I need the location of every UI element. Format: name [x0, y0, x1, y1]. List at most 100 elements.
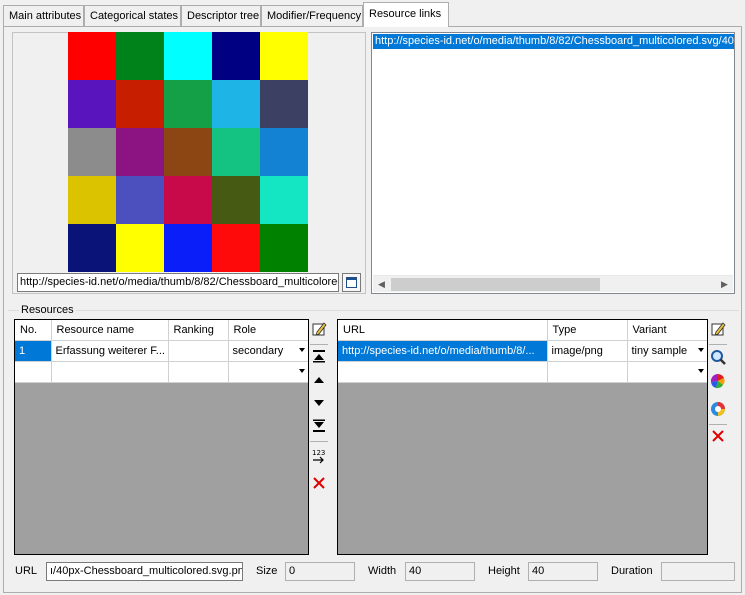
chessboard-square	[260, 80, 308, 128]
tab-modifier-frequency[interactable]: Modifier/Frequency	[261, 5, 363, 26]
image-preview	[68, 32, 308, 272]
column-header-variant[interactable]: Variant	[627, 320, 707, 341]
table-row[interactable]	[338, 361, 707, 383]
scroll-right-icon[interactable]: ▶	[716, 276, 733, 293]
svg-text:123: 123	[312, 449, 325, 457]
column-header-no[interactable]: No.	[15, 320, 52, 341]
renumber-icon[interactable]: 123	[310, 447, 328, 465]
search-icon[interactable]	[709, 349, 727, 367]
chessboard-square	[260, 224, 308, 272]
chessboard-square	[164, 224, 212, 272]
cell-resource-name[interactable]	[51, 361, 169, 383]
chessboard-square	[212, 224, 260, 272]
resources-grid[interactable]: No. Resource name Ranking Role 1 Erfassu…	[14, 319, 309, 555]
variant-value: tiny sample	[631, 344, 688, 357]
edge-icon[interactable]	[709, 401, 727, 419]
chessboard-square	[68, 224, 116, 272]
duration-field	[661, 562, 735, 581]
tab-main-attributes[interactable]: Main attributes	[3, 5, 84, 26]
cell-role-select[interactable]	[228, 361, 308, 383]
cell-url[interactable]: http://species-id.net/o/media/thumb/8/..…	[338, 340, 548, 362]
chessboard-square	[164, 128, 212, 176]
chessboard-square	[116, 176, 164, 224]
cell-no[interactable]: 1	[15, 340, 52, 362]
chessboard-square	[164, 32, 212, 80]
resources-group-title: Resources	[19, 304, 76, 316]
size-field: 0	[285, 562, 355, 581]
chevron-down-icon[interactable]	[298, 368, 305, 373]
width-field: 40	[405, 562, 475, 581]
edit-icon[interactable]	[310, 321, 328, 339]
height-field: 40	[528, 562, 598, 581]
horizontal-scrollbar[interactable]: ◀ ▶	[373, 275, 733, 292]
tab-descriptor-tree[interactable]: Descriptor tree	[181, 5, 261, 26]
chessboard-square	[260, 176, 308, 224]
column-header-ranking[interactable]: Ranking	[168, 320, 229, 341]
chevron-down-icon[interactable]	[697, 368, 704, 373]
table-row[interactable]: 1 Erfassung weiterer F... secondary	[15, 340, 308, 362]
chessboard-square	[164, 176, 212, 224]
column-header-role[interactable]: Role	[228, 320, 308, 341]
column-header-type[interactable]: Type	[547, 320, 628, 341]
chessboard-square	[116, 32, 164, 80]
move-bottom-icon[interactable]	[310, 419, 328, 437]
role-value: secondary	[232, 344, 284, 357]
cell-type[interactable]: image/png	[547, 340, 628, 362]
duration-label: Duration	[611, 565, 653, 577]
tab-resource-links[interactable]: Resource links	[363, 2, 449, 27]
tab-categorical-states[interactable]: Categorical states	[84, 5, 181, 26]
chessboard-square	[116, 224, 164, 272]
cell-variant-select[interactable]	[627, 361, 707, 383]
cell-url[interactable]	[338, 361, 548, 383]
chessboard-square	[116, 80, 164, 128]
url-label: URL	[15, 565, 38, 577]
table-row[interactable]: http://species-id.net/o/media/thumb/8/..…	[338, 340, 707, 362]
cell-variant-select[interactable]: tiny sample	[627, 340, 707, 362]
height-label: Height	[488, 565, 520, 577]
toolbar-separator	[709, 424, 727, 425]
chessboard-square	[260, 128, 308, 176]
chessboard-square	[68, 128, 116, 176]
window-icon	[346, 277, 357, 288]
width-label: Width	[368, 565, 397, 577]
url-field[interactable]: ı/40px-Chessboard_multicolored.svg.png	[46, 562, 243, 581]
delete-icon[interactable]	[310, 476, 328, 494]
scrollbar-thumb[interactable]	[391, 278, 600, 291]
toolbar-separator	[310, 441, 328, 442]
cell-no[interactable]	[15, 361, 52, 383]
cell-ranking[interactable]	[168, 340, 229, 362]
chessboard-square	[212, 128, 260, 176]
cell-type[interactable]	[547, 361, 628, 383]
move-top-icon[interactable]	[310, 349, 328, 367]
chessboard-square	[68, 176, 116, 224]
cell-resource-name[interactable]: Erfassung weiterer F...	[51, 340, 169, 362]
move-down-icon[interactable]	[310, 396, 328, 414]
move-up-icon[interactable]	[310, 373, 328, 391]
resource-variants-grid[interactable]: URL Type Variant http://species-id.net/o…	[337, 319, 708, 555]
cell-role-select[interactable]: secondary	[228, 340, 308, 362]
size-label: Size	[256, 565, 278, 577]
chessboard-square	[116, 128, 164, 176]
preview-url-input[interactable]: http://species-id.net/o/media/thumb/8/82…	[17, 273, 339, 292]
cell-ranking[interactable]	[168, 361, 229, 383]
resource-links-list[interactable]: http://species-id.net/o/media/thumb/8/82…	[371, 32, 735, 294]
chevron-down-icon[interactable]	[298, 347, 305, 352]
chessboard-square	[212, 32, 260, 80]
open-window-button[interactable]	[342, 273, 361, 292]
edit-icon[interactable]	[709, 321, 727, 339]
chessboard-square	[68, 32, 116, 80]
chessboard-square	[260, 32, 308, 80]
color-wheel-icon[interactable]	[709, 373, 727, 391]
list-item[interactable]: http://species-id.net/o/media/thumb/8/82…	[373, 34, 734, 49]
column-header-resource-name[interactable]: Resource name	[51, 320, 169, 341]
column-header-url[interactable]: URL	[338, 320, 548, 341]
toolbar-separator	[310, 344, 328, 345]
scroll-left-icon[interactable]: ◀	[373, 276, 390, 293]
chessboard-square	[212, 176, 260, 224]
delete-icon[interactable]	[709, 429, 727, 447]
table-row[interactable]	[15, 361, 308, 383]
chevron-down-icon[interactable]	[697, 347, 704, 352]
toolbar-separator	[709, 344, 727, 345]
chessboard-square	[68, 80, 116, 128]
chessboard-square	[212, 80, 260, 128]
